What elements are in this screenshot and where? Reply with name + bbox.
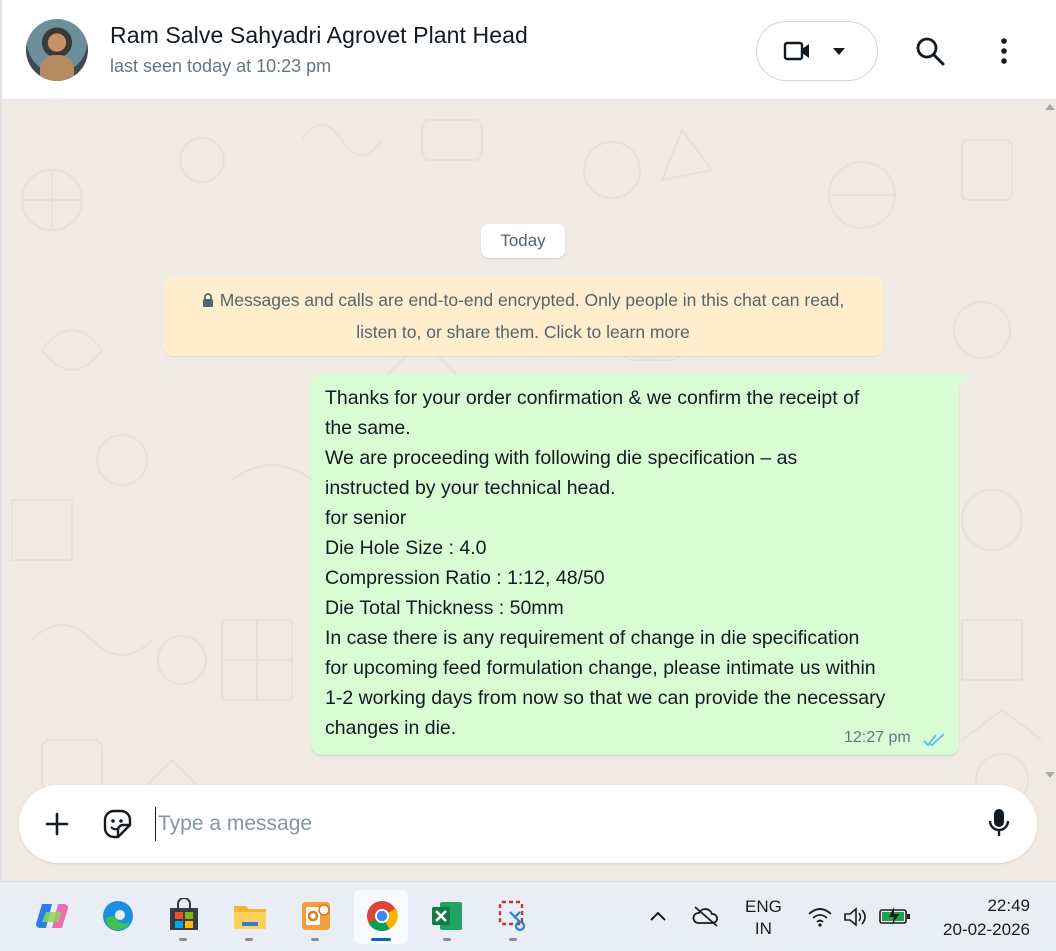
excel-app[interactable]: [420, 890, 474, 944]
chevron-up-icon[interactable]: [649, 910, 667, 922]
snipping-tool-app[interactable]: [486, 890, 540, 944]
store-icon: [170, 898, 198, 930]
language-region: IN: [754, 919, 772, 938]
video-camera-icon: [783, 41, 809, 61]
clock-time: 22:49: [987, 896, 1030, 915]
message-line: Thanks for your order confirmation & we …: [325, 387, 860, 409]
message-line: We are proceeding with following die spe…: [325, 447, 798, 469]
message-line: Die Total Thickness : 50mm: [325, 597, 564, 619]
scroll-down-arrow[interactable]: [1045, 770, 1055, 780]
chat-panel[interactable]: Today Messages and calls are end-to-end …: [0, 100, 1056, 881]
battery-charging-icon[interactable]: [878, 906, 912, 926]
encryption-notice[interactable]: Messages and calls are end-to-end encryp…: [163, 277, 883, 356]
last-seen-status: last seen today at 10:23 pm: [110, 56, 332, 76]
message-text: Thanks for your order confirmation & we …: [325, 383, 955, 743]
contact-avatar[interactable]: [26, 19, 88, 81]
volume-icon[interactable]: [843, 906, 869, 928]
language-code: ENG: [745, 897, 782, 916]
caret-down-icon[interactable]: [833, 48, 845, 56]
message-line: 1-2 working days from now so that we can…: [325, 687, 886, 709]
message-line: the same.: [325, 417, 411, 439]
message-timestamp: 12:27 pm: [844, 729, 911, 746]
outgoing-message-bubble[interactable]: Thanks for your order confirmation & we …: [311, 375, 959, 755]
lock-icon: [202, 293, 213, 307]
message-line: In case there is any requirement of chan…: [325, 627, 860, 649]
plus-icon[interactable]: [45, 812, 69, 836]
message-line: for senior: [325, 507, 407, 529]
date-divider: Today: [481, 224, 565, 258]
file-explorer-app[interactable]: [222, 890, 276, 944]
windows-taskbar: ENG IN 22:49 20-02-2026: [0, 881, 1056, 951]
bubble-tail: [957, 375, 969, 389]
sticker-icon[interactable]: [101, 808, 133, 840]
encryption-notice-line-2: listen to, or share them. Click to learn…: [356, 322, 690, 342]
chat-header: Ram Salve Sahyadri Agrovet Plant Head la…: [0, 0, 1056, 100]
excel-icon: [432, 902, 462, 930]
copilot-app[interactable]: [24, 890, 78, 944]
file-explorer-icon: [234, 906, 266, 929]
store-app[interactable]: [156, 890, 210, 944]
encryption-notice-line-1: Messages and calls are end-to-end encryp…: [163, 284, 883, 316]
system-clock[interactable]: 22:49 20-02-2026: [930, 894, 1030, 942]
chrome-icon: [367, 901, 398, 932]
message-line: for upcoming feed formulation change, pl…: [325, 657, 876, 679]
clock-date: 20-02-2026: [943, 920, 1030, 939]
message-line: instructed by your technical head.: [325, 477, 616, 499]
encryption-text-1: Messages and calls are end-to-end encryp…: [219, 290, 845, 310]
chrome-app[interactable]: [354, 890, 408, 944]
edge-icon: [103, 901, 133, 931]
message-line: Compression Ratio : 1:12, 48/50: [325, 567, 605, 589]
outlook-app[interactable]: [288, 890, 342, 944]
search-icon[interactable]: [914, 35, 946, 67]
microphone-icon[interactable]: [988, 807, 1010, 839]
video-call-button[interactable]: [756, 21, 878, 81]
wifi-icon[interactable]: [807, 906, 833, 928]
snipping-tool-icon: [498, 900, 526, 932]
edge-app[interactable]: [90, 890, 144, 944]
copilot-icon: [36, 904, 68, 928]
scroll-up-arrow[interactable]: [1045, 102, 1055, 112]
onedrive-offline-icon[interactable]: [692, 904, 720, 928]
message-input[interactable]: [155, 807, 955, 841]
language-indicator[interactable]: ENG IN: [745, 896, 782, 940]
more-vertical-icon[interactable]: [992, 36, 1016, 66]
message-composer: [19, 785, 1037, 863]
contact-name[interactable]: Ram Salve Sahyadri Agrovet Plant Head: [110, 22, 528, 49]
double-check-read-icon: [923, 733, 945, 747]
message-line: Die Hole Size : 4.0: [325, 537, 487, 559]
outlook-icon: [302, 902, 330, 930]
